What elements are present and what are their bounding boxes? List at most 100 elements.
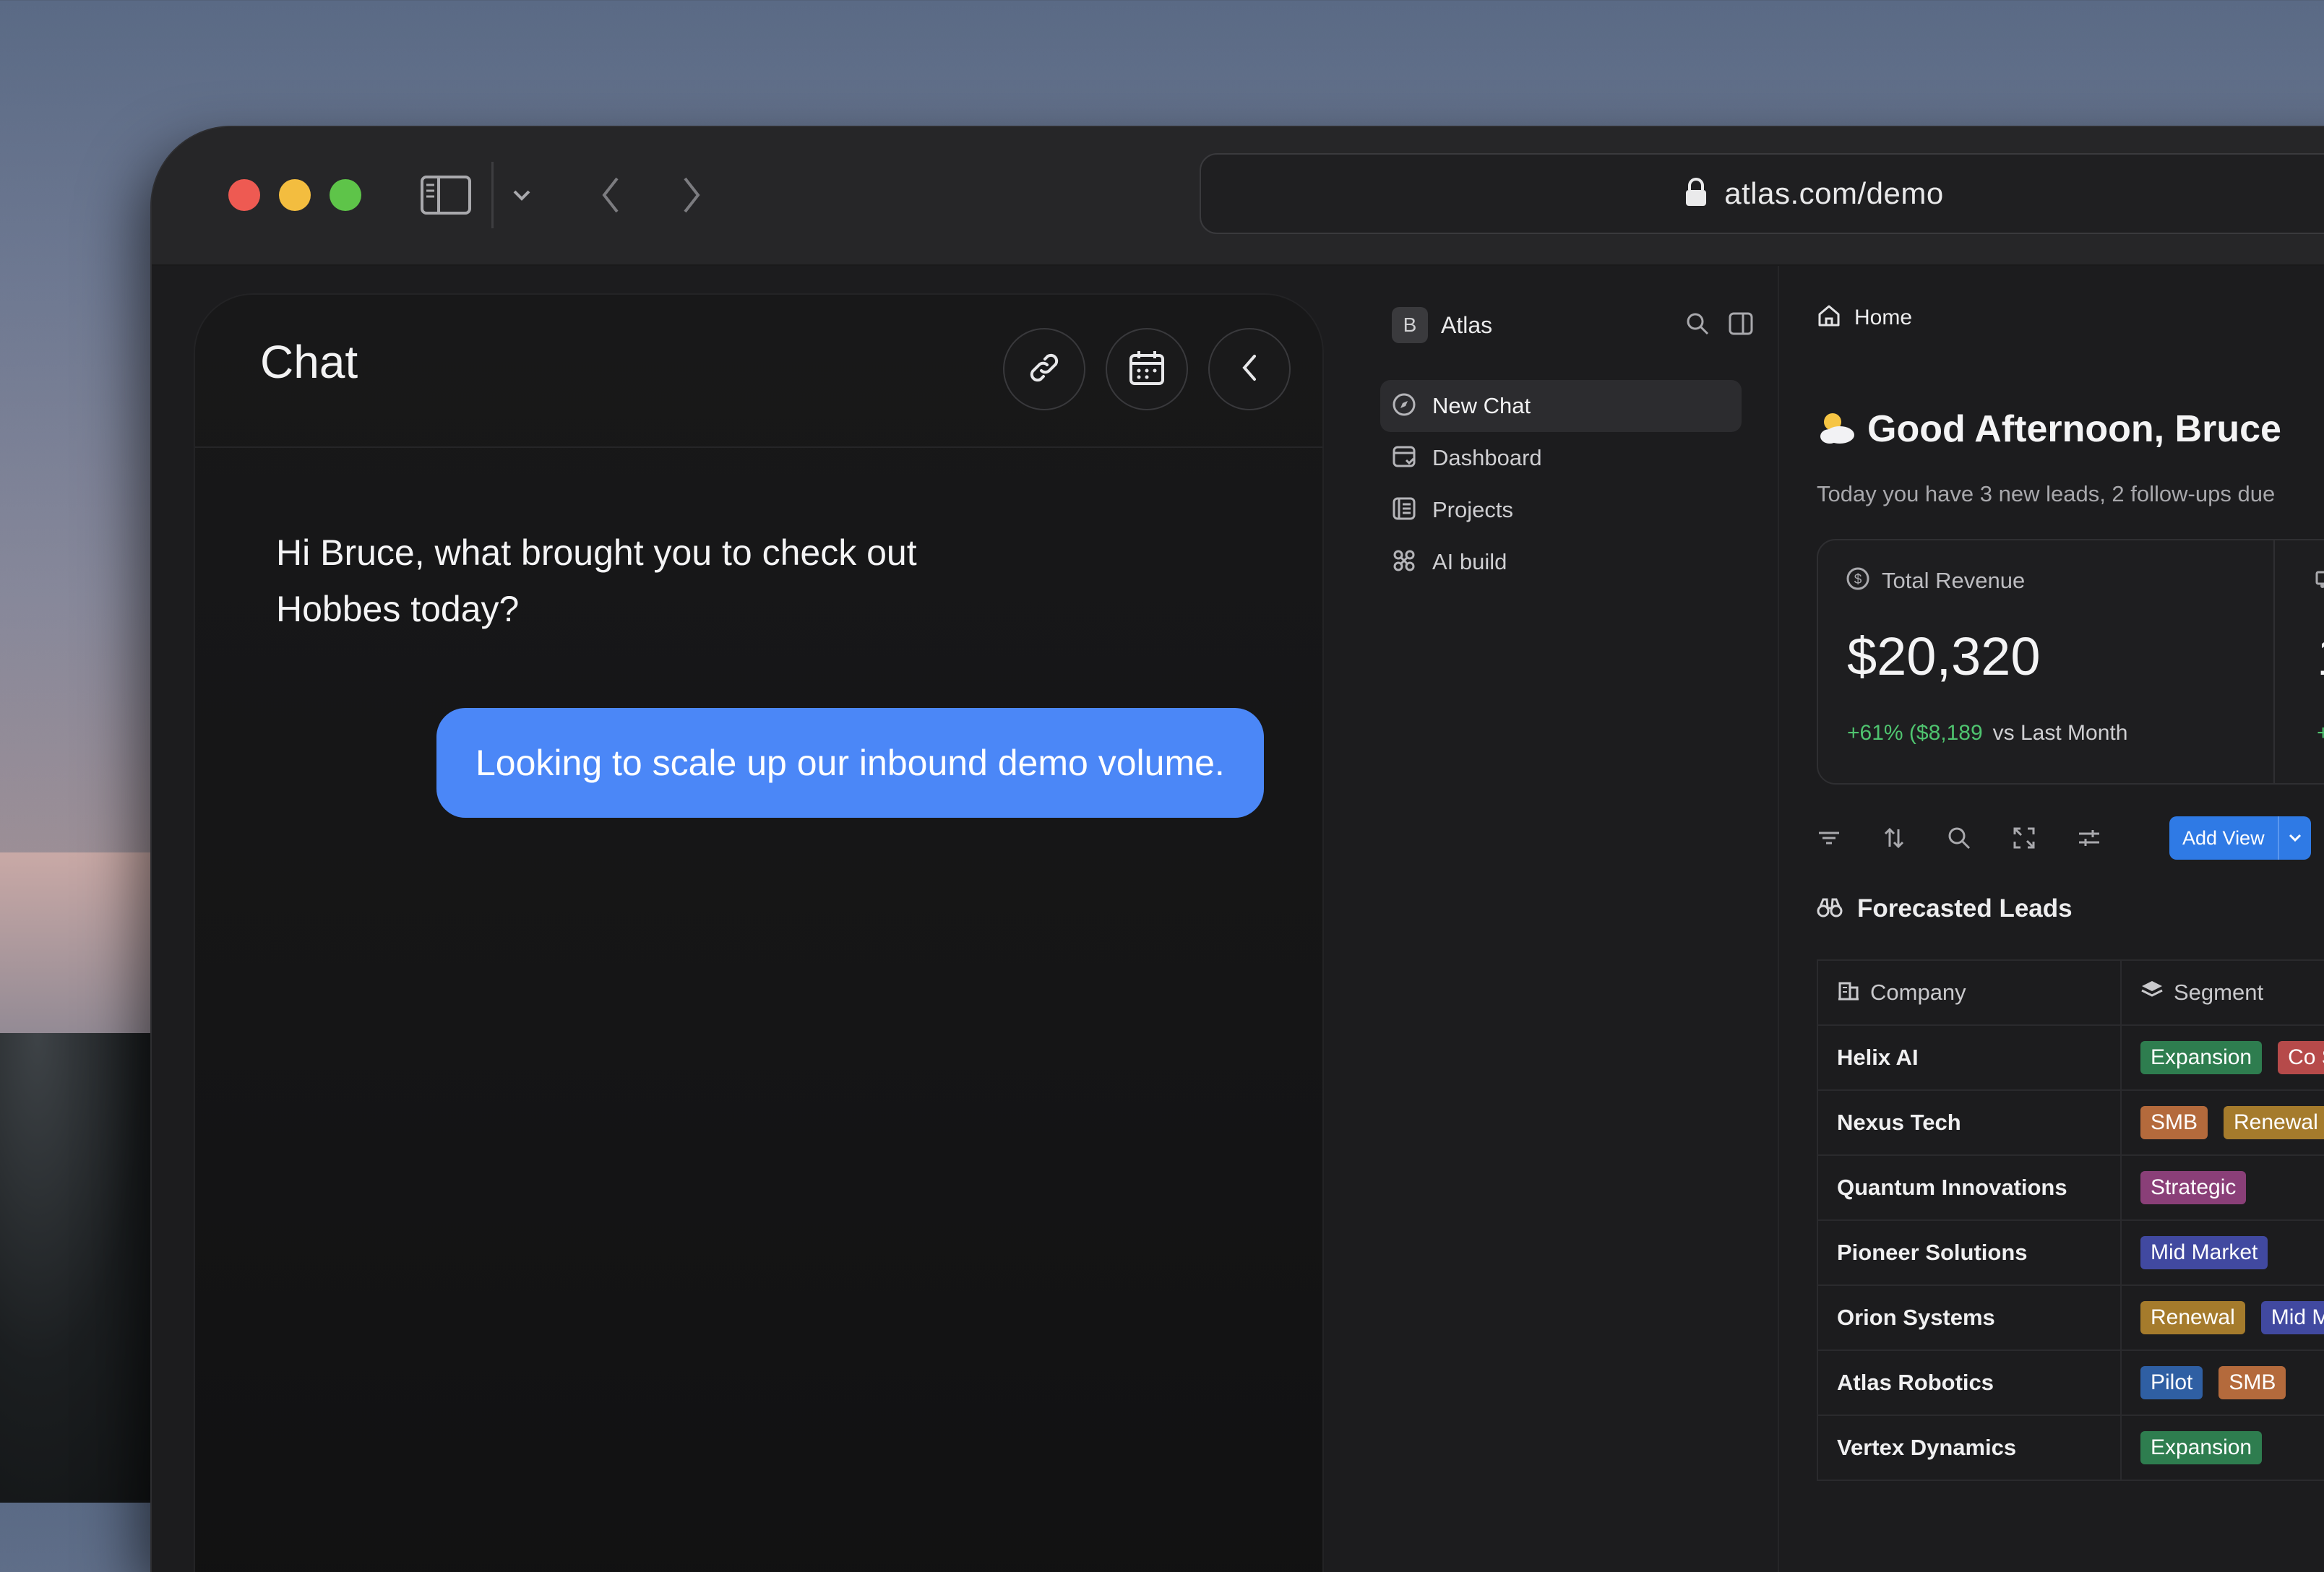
sidebar-item-label: AI build xyxy=(1432,549,1507,574)
sidebar-item-label: New Chat xyxy=(1432,393,1531,418)
company-cell: Nexus Tech xyxy=(1818,1091,2122,1154)
segment-tag: Expansion xyxy=(2140,1431,2263,1464)
panel-toggle-icon[interactable] xyxy=(1729,311,1753,340)
card-label: Total Revenue xyxy=(1882,567,2026,593)
chat-panel: Chat Hi Bruce, what brought you to check… xyxy=(195,295,1322,1572)
column-header-company[interactable]: Company xyxy=(1818,961,2122,1024)
browser-window: atlas.com/demo Chat Hi Bruce, what broug… xyxy=(152,127,2324,1572)
segment-tag: SMB xyxy=(2140,1106,2208,1139)
stats-card: $ Total Revenue $20,320 +61% ($8,189 vs L… xyxy=(1817,539,2324,785)
home-icon xyxy=(1817,303,1841,332)
assistant-message: Hi Bruce, what brought you to check out … xyxy=(276,524,1042,637)
segment-tag: Strategic xyxy=(2140,1171,2247,1204)
expand-icon[interactable] xyxy=(2012,826,2077,850)
link-icon xyxy=(1024,347,1064,392)
table-row[interactable]: Helix AI Expansion Co S xyxy=(1818,1026,2324,1091)
column-header-label: Company xyxy=(1870,980,1966,1005)
assistant-message-line: Hobbes today? xyxy=(276,589,520,629)
card-divider xyxy=(2273,540,2275,783)
sidebar-toggle-icon[interactable] xyxy=(419,172,473,218)
column-header-segment[interactable]: Segment xyxy=(2122,961,2324,1024)
layers-icon xyxy=(2140,979,2164,1006)
table-row[interactable]: Quantum Innovations Strategic xyxy=(1818,1156,2324,1221)
page-content: Chat Hi Bruce, what brought you to check… xyxy=(152,266,2324,1572)
minimize-window-button[interactable] xyxy=(279,179,311,211)
calendar-icon xyxy=(1128,349,1166,390)
calendar-button[interactable] xyxy=(1106,328,1188,410)
dollar-circle-icon: $ xyxy=(1846,566,1870,595)
company-cell: Vertex Dynamics xyxy=(1818,1416,2122,1480)
projects-icon xyxy=(1392,496,1416,524)
table-row[interactable]: Nexus Tech SMB Renewal xyxy=(1818,1091,2324,1156)
ai-build-icon xyxy=(1392,548,1416,576)
chat-title: Chat xyxy=(260,336,358,388)
copy-link-button[interactable] xyxy=(1003,328,1085,410)
segment-tag: Mid Market xyxy=(2140,1236,2268,1269)
leads-table: Company Segment Helix AI Expansion Co S Nex… xyxy=(1817,959,2324,1481)
company-cell: Atlas Robotics xyxy=(1818,1351,2122,1415)
sidebar-item-ai-build[interactable]: AI build xyxy=(1380,536,1742,588)
segment-tag: Renewal xyxy=(2140,1301,2245,1334)
delta-compare: vs Last Month xyxy=(1992,721,2128,745)
second-stat-delta: +26 xyxy=(2317,721,2324,745)
segment-tag: Mid M xyxy=(2260,1301,2324,1334)
sort-icon[interactable] xyxy=(1882,826,1947,850)
back-arrow-icon[interactable] xyxy=(593,172,629,218)
dashboard-icon xyxy=(1392,444,1416,472)
segment-cell: Pilot SMB xyxy=(2122,1351,2324,1415)
segment-cell: Expansion Co S xyxy=(2122,1026,2324,1089)
chat-header: Chat xyxy=(195,295,1322,448)
table-row[interactable]: Orion Systems Renewal Mid M xyxy=(1818,1286,2324,1351)
sidebar-item-label: Projects xyxy=(1432,497,1513,522)
search-icon[interactable] xyxy=(1947,826,2012,850)
browser-titlebar: atlas.com/demo xyxy=(152,127,2324,266)
table-header: Company Segment xyxy=(1818,961,2324,1026)
table-row[interactable]: Vertex Dynamics Expansion xyxy=(1818,1416,2324,1481)
partly-cloudy-icon xyxy=(1817,409,1857,450)
breadcrumb[interactable]: Home xyxy=(1817,303,1912,332)
assistant-message-line: Hi Bruce, what brought you to check out xyxy=(276,532,917,573)
segment-tag: Pilot xyxy=(2140,1366,2203,1399)
toolbar-divider xyxy=(491,162,494,228)
binoculars-icon xyxy=(1817,897,1843,922)
lock-icon xyxy=(1684,177,1708,211)
company-cell: Pioneer Solutions xyxy=(1818,1221,2122,1284)
sidebar-item-new-chat[interactable]: New Chat xyxy=(1380,380,1742,432)
table-row[interactable]: Pioneer Solutions Mid Market xyxy=(1818,1221,2324,1286)
add-view-button[interactable]: Add View xyxy=(2169,816,2311,860)
close-window-button[interactable] xyxy=(228,179,260,211)
maximize-window-button[interactable] xyxy=(330,179,361,211)
add-view-label: Add View xyxy=(2182,826,2265,849)
adjust-icon[interactable] xyxy=(2077,827,2142,849)
collapse-chat-button[interactable] xyxy=(1208,328,1291,410)
sidebar-item-projects[interactable]: Projects xyxy=(1380,484,1742,536)
chevron-down-icon[interactable] xyxy=(2277,816,2311,860)
forward-arrow-icon[interactable] xyxy=(673,172,710,218)
segment-tag: Co S xyxy=(2278,1041,2324,1074)
segment-cell: Mid Market xyxy=(2122,1221,2324,1284)
company-cell: Quantum Innovations xyxy=(1818,1156,2122,1219)
table-body: Helix AI Expansion Co S Nexus Tech SMB Renewa… xyxy=(1818,1026,2324,1481)
column-header-label: Segment xyxy=(2174,980,2264,1005)
view-toolbar: Add View xyxy=(1817,815,2311,861)
filter-icon[interactable] xyxy=(1817,827,1882,849)
company-cell: Helix AI xyxy=(1818,1026,2122,1089)
segment-cell: Strategic xyxy=(2122,1156,2324,1219)
sidebar-item-dashboard[interactable]: Dashboard xyxy=(1380,432,1742,484)
building-icon xyxy=(1837,979,1860,1006)
total-revenue-value: $20,320 xyxy=(1847,626,2041,686)
workspace-avatar[interactable]: B xyxy=(1392,307,1428,343)
total-revenue-caption: $ Total Revenue xyxy=(1846,566,2025,595)
table-row[interactable]: Atlas Robotics Pilot SMB xyxy=(1818,1351,2324,1416)
search-icon[interactable] xyxy=(1685,311,1710,340)
truck-icon xyxy=(2315,569,2324,595)
address-bar[interactable]: atlas.com/demo xyxy=(1200,153,2324,234)
segment-tag: Expansion xyxy=(2140,1041,2263,1074)
chevron-down-icon[interactable] xyxy=(507,181,536,210)
segment-cell: Expansion xyxy=(2122,1416,2324,1480)
workspace-name[interactable]: Atlas xyxy=(1441,312,1492,339)
chevron-left-icon xyxy=(1239,353,1260,386)
url-text: atlas.com/demo xyxy=(1724,176,1944,210)
svg-text:$: $ xyxy=(1854,572,1862,587)
greeting-text: Good Afternoon, Bruce xyxy=(1867,408,2281,450)
